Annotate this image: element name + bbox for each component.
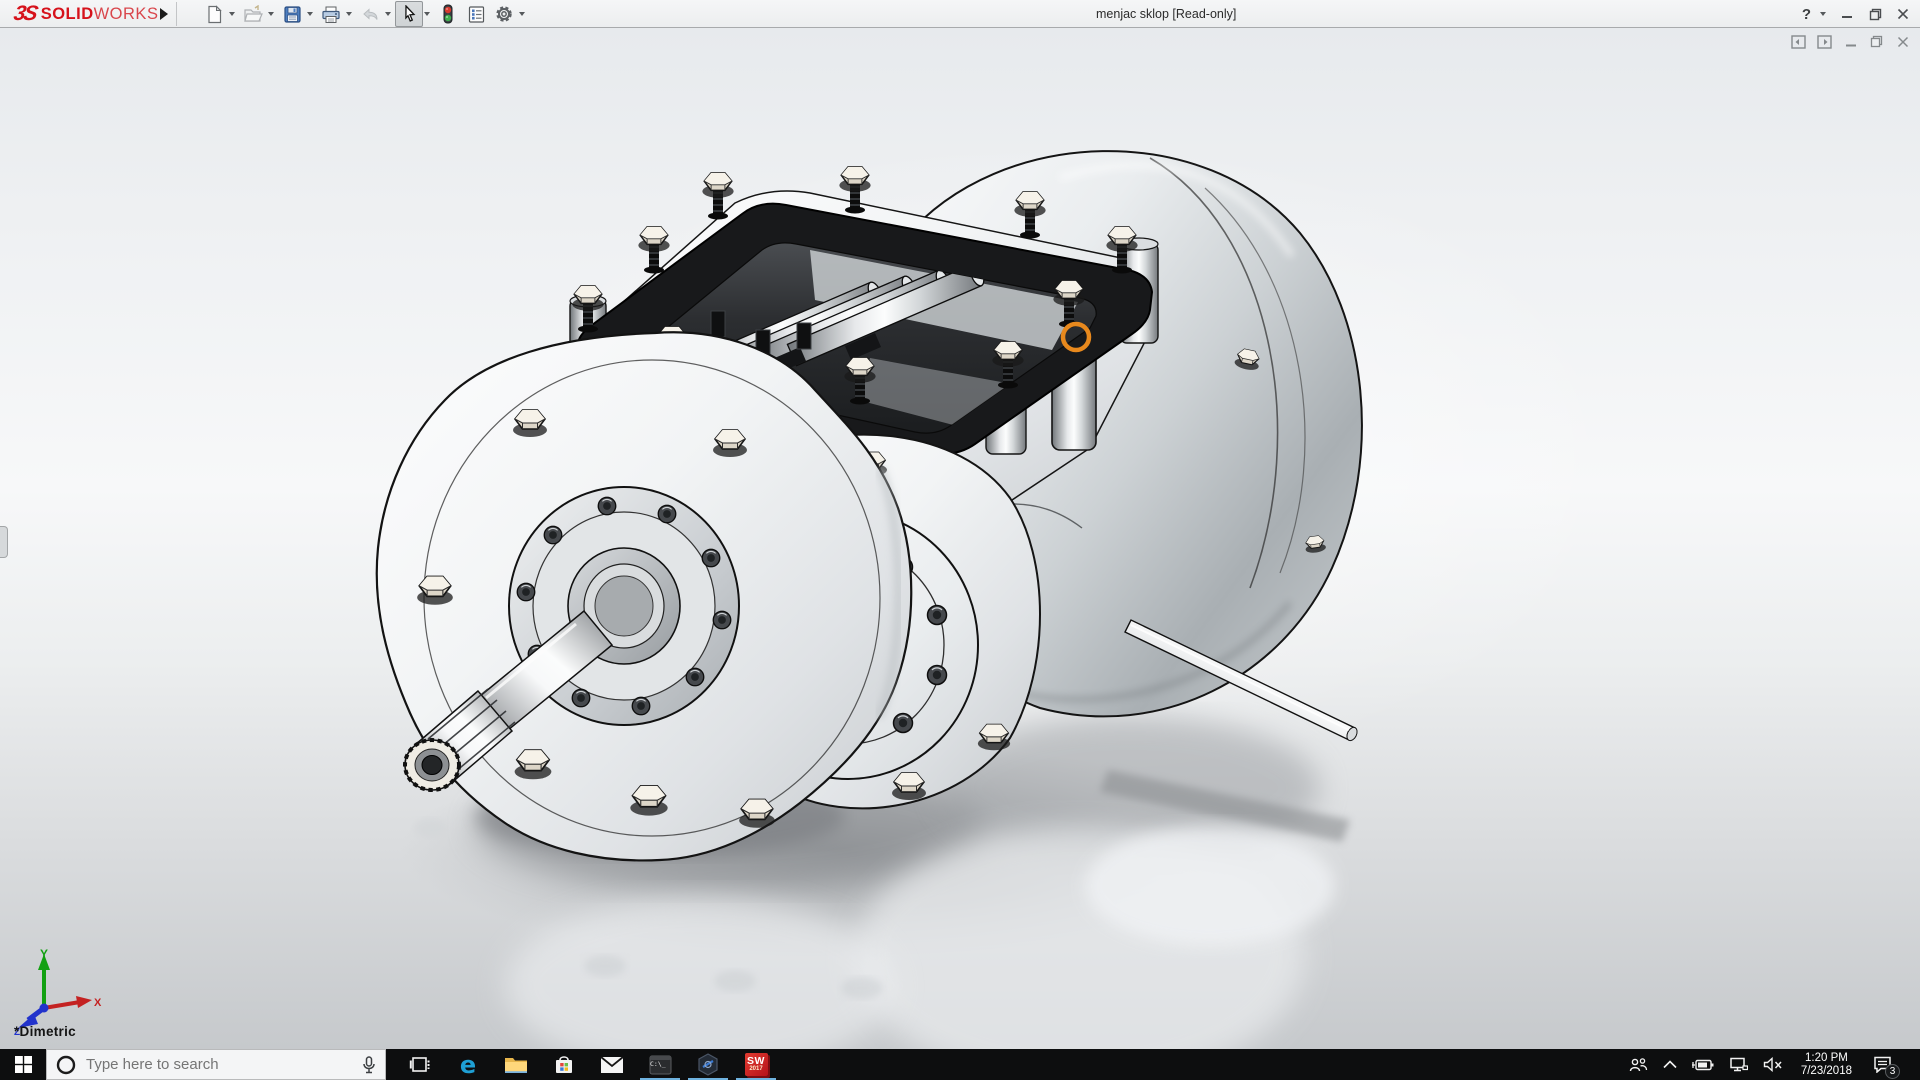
search-input[interactable] <box>86 1056 352 1073</box>
solidworks-logo-mark: 3S <box>11 2 38 26</box>
document-window-controls <box>1789 33 1912 50</box>
feature-panel-splitter[interactable] <box>0 526 8 558</box>
task-view-icon <box>409 1055 431 1075</box>
select-dropdown-caret[interactable] <box>424 12 430 16</box>
edge-button[interactable]: e <box>444 1049 492 1080</box>
chevron-up-icon <box>1663 1060 1677 1069</box>
open-button[interactable] <box>239 1 267 27</box>
help-button[interactable]: ? <box>1800 6 1813 23</box>
orientation-triad: Y X Z <box>8 946 103 1036</box>
pane-previous-button[interactable] <box>1789 33 1808 50</box>
people-icon <box>1629 1057 1648 1073</box>
help-dropdown-caret[interactable] <box>1820 12 1826 16</box>
close-button[interactable] <box>1892 4 1914 24</box>
minimize-icon <box>1841 8 1853 20</box>
screenshot-tool-icon <box>697 1053 719 1076</box>
titlebar: 3S SOLID WORKS <box>0 0 1920 28</box>
open-folder-icon <box>243 5 263 24</box>
file-properties-icon <box>467 5 486 24</box>
menu-flyout-arrow-icon[interactable] <box>160 8 168 20</box>
file-properties-button[interactable] <box>462 1 490 27</box>
window-controls: ? <box>1800 0 1914 28</box>
restore-icon <box>1869 8 1882 21</box>
new-document-icon <box>205 5 224 24</box>
sw-icon-year: 2017 <box>749 1066 762 1073</box>
document-restore-button[interactable] <box>1867 33 1886 50</box>
command-prompt-text: C:\_ <box>650 1060 666 1068</box>
sw-icon-label: SW <box>747 1056 765 1066</box>
action-center-button[interactable]: 3 <box>1867 1049 1898 1080</box>
minimize-button[interactable] <box>1836 4 1858 24</box>
brand-name-bold: SOLID <box>41 5 94 24</box>
windows-taskbar: e <box>0 1049 1920 1080</box>
taskbar-apps: e <box>396 1049 780 1080</box>
taskbar-search[interactable] <box>46 1049 386 1080</box>
options-button[interactable] <box>490 1 518 27</box>
rebuild-traffic-light-icon <box>441 4 455 24</box>
triad-x-label: X <box>94 997 102 1009</box>
save-dropdown-caret[interactable] <box>307 12 313 16</box>
print-dropdown-caret[interactable] <box>346 12 352 16</box>
file-explorer-icon <box>504 1055 528 1075</box>
brand-name-light: WORKS <box>94 5 159 24</box>
store-button[interactable] <box>540 1049 588 1080</box>
pane-next-button[interactable] <box>1815 33 1834 50</box>
store-icon <box>553 1054 575 1076</box>
windows-logo-icon <box>15 1056 32 1073</box>
network-button[interactable] <box>1726 1049 1751 1080</box>
document-title: menjac sklop [Read-only] <box>1096 7 1236 21</box>
notification-badge: 3 <box>1885 1064 1900 1079</box>
command-prompt-button[interactable]: C:\_ <box>636 1049 684 1080</box>
new-document-button[interactable] <box>200 1 228 27</box>
battery-icon <box>1692 1058 1714 1072</box>
clock-date: 7/23/2018 <box>1801 1065 1852 1078</box>
solidworks-window: 3S SOLID WORKS <box>0 0 1920 1080</box>
undo-dropdown-caret[interactable] <box>385 12 391 16</box>
solidworks-taskbar-button[interactable]: SW 2017 <box>732 1049 780 1080</box>
gearbox-3d-model <box>0 28 1920 1049</box>
mail-icon <box>600 1056 624 1074</box>
view-orientation-label: *Dimetric <box>14 1024 76 1039</box>
mail-button[interactable] <box>588 1049 636 1080</box>
battery-button[interactable] <box>1689 1049 1717 1080</box>
select-button[interactable] <box>395 1 423 27</box>
restore-button[interactable] <box>1864 4 1886 24</box>
save-button[interactable] <box>278 1 306 27</box>
open-dropdown-caret[interactable] <box>268 12 274 16</box>
solidworks-logo: 3S SOLID WORKS <box>14 2 158 26</box>
network-icon <box>1729 1057 1748 1072</box>
rebuild-button[interactable] <box>434 1 462 27</box>
undo-button[interactable] <box>356 1 384 27</box>
close-icon <box>1897 8 1909 20</box>
edge-icon: e <box>460 1054 476 1076</box>
taskbar-clock[interactable]: 1:20 PM 7/23/2018 <box>1795 1052 1858 1078</box>
system-tray: 1:20 PM 7/23/2018 3 <box>1626 1049 1920 1080</box>
new-dropdown-caret[interactable] <box>229 12 235 16</box>
task-view-button[interactable] <box>396 1049 444 1080</box>
microphone-icon[interactable] <box>362 1056 376 1074</box>
document-close-button[interactable] <box>1893 33 1912 50</box>
print-button[interactable] <box>317 1 345 27</box>
toolbar-separator <box>176 2 177 26</box>
screenshot-tool-button[interactable] <box>684 1049 732 1080</box>
cortana-icon <box>56 1055 76 1075</box>
solidworks-app-icon: SW 2017 <box>745 1053 768 1076</box>
people-button[interactable] <box>1626 1049 1651 1080</box>
undo-icon <box>360 5 380 24</box>
triad-y-label: Y <box>40 947 48 961</box>
volume-button[interactable] <box>1760 1049 1786 1080</box>
clock-time: 1:20 PM <box>1801 1052 1852 1065</box>
document-minimize-button[interactable] <box>1841 33 1860 50</box>
print-icon <box>321 5 341 24</box>
file-explorer-button[interactable] <box>492 1049 540 1080</box>
options-dropdown-caret[interactable] <box>519 12 525 16</box>
quick-access-toolbar <box>200 1 529 27</box>
start-button[interactable] <box>0 1049 46 1080</box>
graphics-viewport[interactable]: Y X Z *Dimetric <box>0 28 1920 1049</box>
select-cursor-icon <box>401 5 418 23</box>
volume-muted-icon <box>1763 1057 1783 1072</box>
options-gear-icon <box>494 4 514 24</box>
save-icon <box>283 5 302 24</box>
tray-overflow-button[interactable] <box>1660 1049 1680 1080</box>
